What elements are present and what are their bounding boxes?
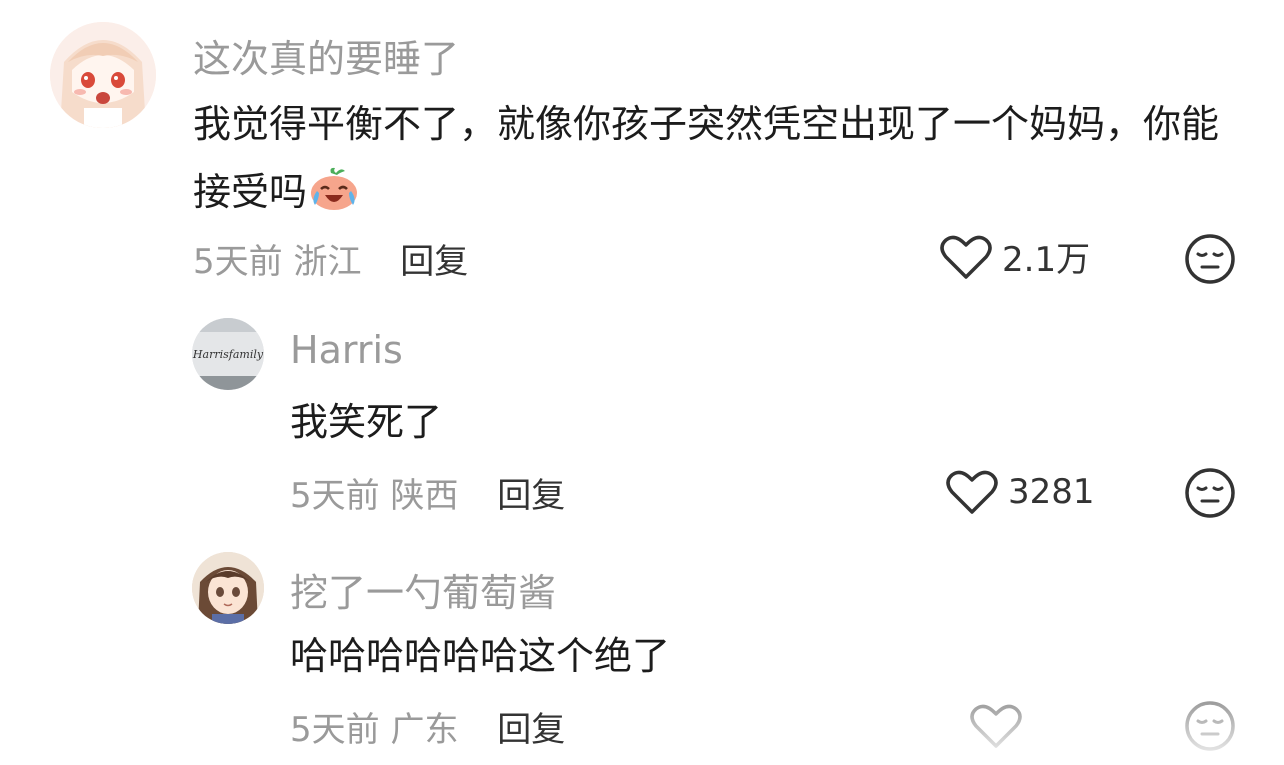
username[interactable]: 这次真的要睡了	[193, 28, 459, 83]
like-count: 2.1万	[1002, 240, 1091, 280]
username[interactable]: 挖了一勺葡萄酱	[290, 562, 556, 617]
dislike-button[interactable]	[1184, 467, 1236, 523]
reply-button[interactable]: 回复	[497, 476, 565, 516]
crying-laughing-emoji-icon	[309, 164, 359, 232]
timestamp: 5天前	[290, 710, 380, 750]
reply-button[interactable]: 回复	[400, 242, 468, 282]
heart-icon	[946, 470, 998, 514]
comment-text: 我笑死了	[290, 400, 443, 444]
neutral-face-icon	[1185, 234, 1235, 284]
location: 浙江	[293, 242, 362, 282]
anime-girl-brown-hair-avatar-icon	[192, 552, 264, 624]
avatar-text: Harrisfamily	[192, 348, 264, 361]
like-count: 3281	[1008, 472, 1095, 512]
location: 广东	[390, 710, 459, 750]
avatar[interactable]	[50, 22, 156, 128]
avatar[interactable]: Harrisfamily	[192, 318, 264, 390]
anime-girl-avatar-icon	[50, 22, 156, 128]
watermark-overlay	[960, 700, 1284, 765]
username[interactable]: Harris	[290, 328, 403, 372]
comment-text: 哈哈哈哈哈哈这个绝了	[290, 634, 671, 678]
neutral-face-icon	[1185, 468, 1235, 518]
dislike-button[interactable]	[1184, 233, 1236, 289]
timestamp: 5天前	[193, 242, 283, 282]
comment-text: 我觉得平衡不了，就像你孩子突然凭空出现了一个妈妈，你能接受吗	[193, 90, 1233, 232]
location: 陕西	[390, 476, 459, 516]
like-button[interactable]: 3281	[946, 468, 1095, 516]
harrisfamily-avatar-icon: Harrisfamily	[192, 318, 264, 390]
comment-meta: 5天前 陕西 回复	[290, 468, 565, 517]
comment-meta: 5天前 广东 回复	[290, 702, 565, 751]
heart-icon	[940, 235, 992, 279]
timestamp: 5天前	[290, 476, 380, 516]
like-button[interactable]: 2.1万	[940, 232, 1090, 281]
reply-button[interactable]: 回复	[497, 710, 565, 750]
avatar[interactable]	[192, 552, 264, 624]
comment-meta: 5天前 浙江 回复	[193, 234, 468, 283]
